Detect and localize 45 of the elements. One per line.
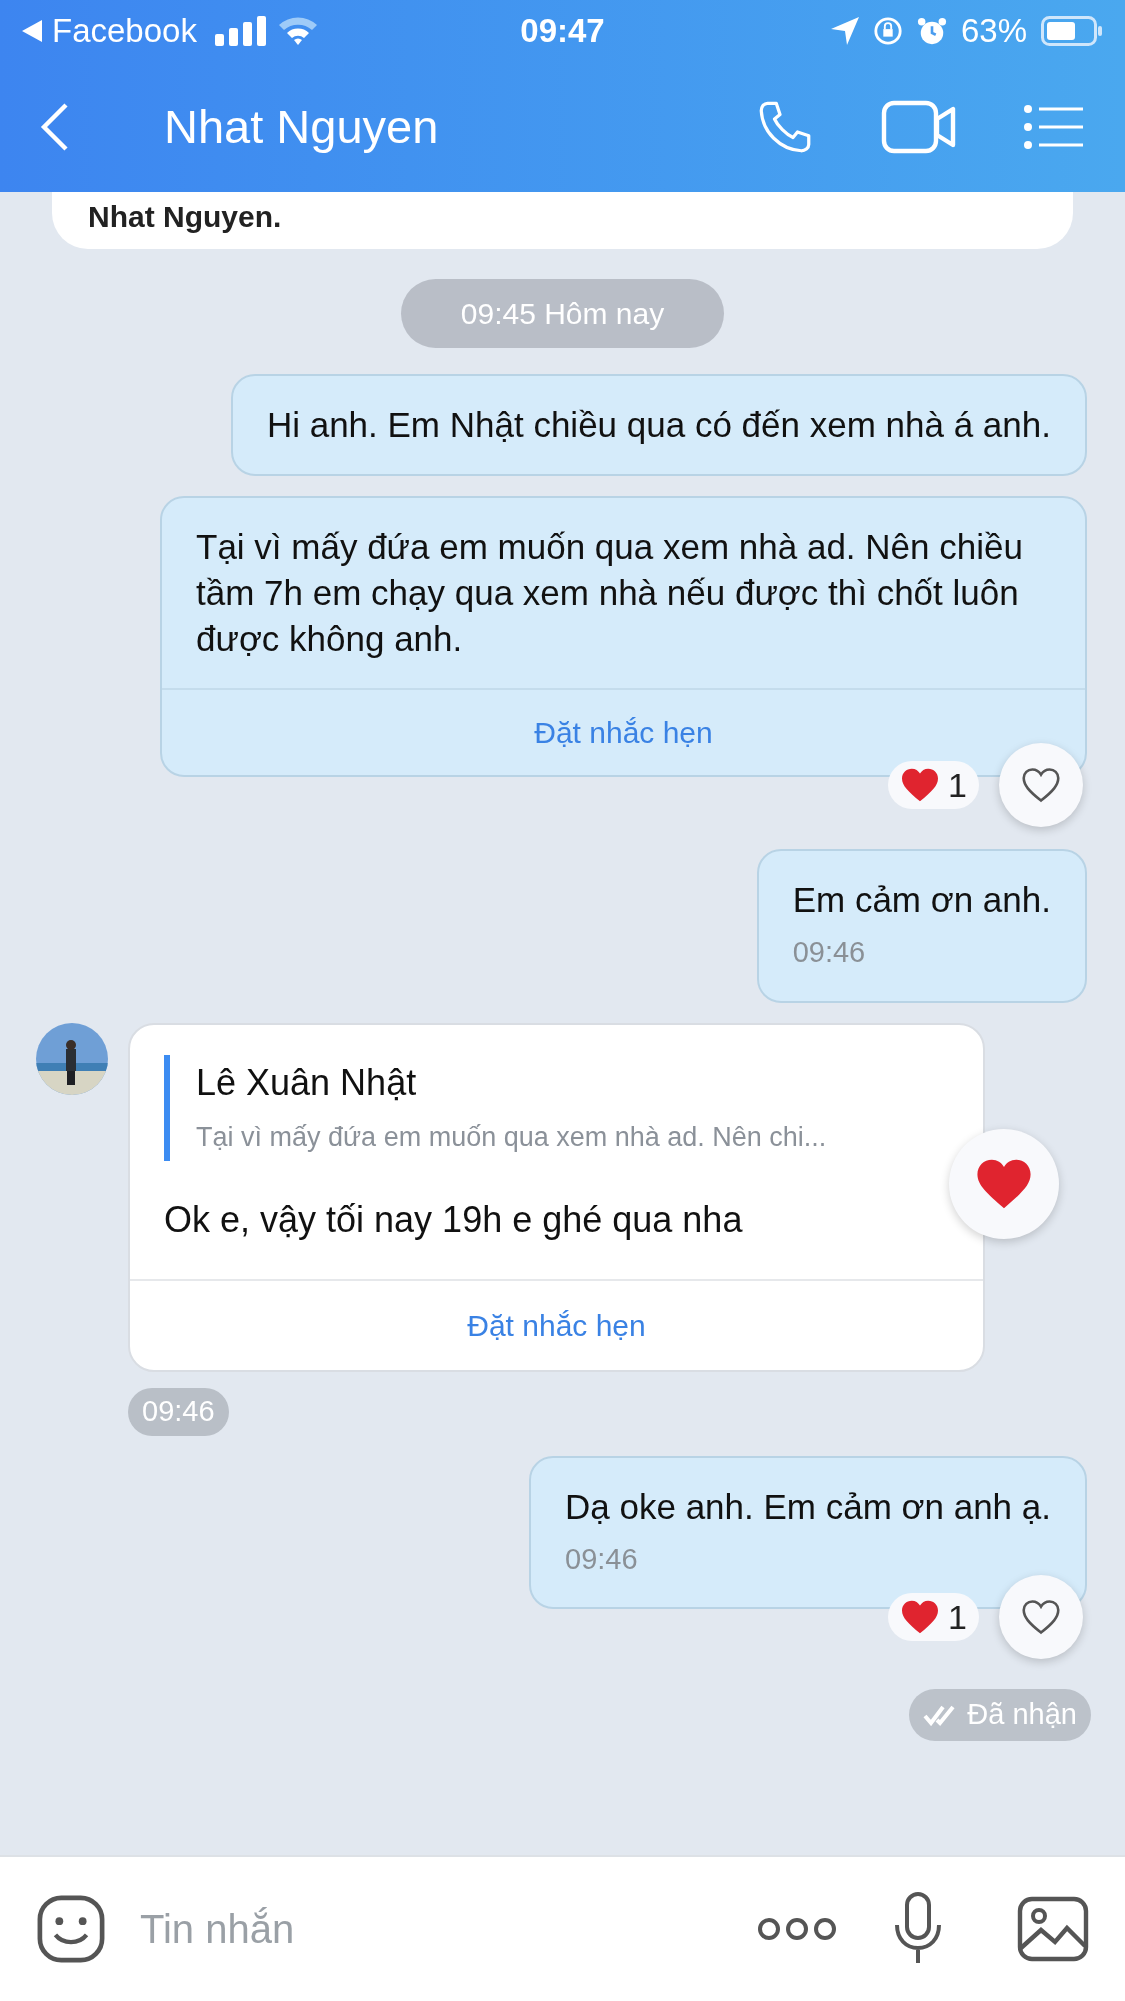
message-text: Tại vì mấy đứa em muốn qua xem nhà ad. Nên chiều tầm 7h em chạy qua xem nhà nếu được thì chốt luôn được không anh.	[196, 526, 1024, 660]
back-app-label[interactable]: Facebook	[52, 6, 197, 56]
sticker-button[interactable]	[36, 1894, 106, 1964]
reaction-count: 1	[948, 1596, 967, 1638]
message-input[interactable]: Tin nhắn	[140, 1899, 757, 1959]
gallery-button[interactable]	[1017, 1896, 1089, 1962]
alarm-icon	[916, 16, 947, 46]
reaction-pill[interactable]: 1	[888, 1593, 979, 1641]
card-text: Nhat Nguyen.	[88, 199, 283, 235]
menu-icon	[1023, 103, 1085, 151]
like-button[interactable]	[999, 1575, 1083, 1659]
battery-percent: 63%	[960, 11, 1027, 52]
reaction-count: 1	[948, 764, 967, 806]
delivery-status: Đã nhận	[909, 1689, 1091, 1741]
video-camera-icon	[881, 99, 957, 155]
message-time: 09:46	[792, 935, 867, 970]
message-time: 09:46	[565, 1541, 639, 1577]
heart-icon	[900, 1599, 941, 1635]
heart-outline-icon	[1020, 1598, 1062, 1636]
smiley-icon	[36, 1894, 106, 1964]
reaction-pill[interactable]: 1	[888, 761, 979, 809]
quoted-sender: Lê Xuân Nhật	[196, 1060, 418, 1105]
back-triangle-icon	[22, 20, 42, 42]
menu-button[interactable]	[1023, 102, 1085, 152]
message-text: Hi anh. Em Nhật chiều qua có đến xem nhà á anh.	[266, 404, 1051, 446]
more-dots-icon	[757, 1917, 837, 1941]
message-text: Ok e, vậy tối nay 19h e ghé qua nha	[164, 1198, 744, 1242]
quoted-text: Tại vì mấy đứa em muốn qua xem nhà ad. Nên chi...	[196, 1120, 828, 1154]
like-button[interactable]	[949, 1128, 1059, 1239]
reminder-link[interactable]: Đặt nhắc hẹn	[467, 1303, 646, 1348]
message-time: 09:46	[128, 1388, 229, 1436]
status-time: 09:47	[520, 11, 605, 52]
signal-icon	[214, 16, 267, 46]
heart-icon	[900, 767, 941, 803]
like-button[interactable]	[999, 743, 1083, 827]
reminder-link[interactable]: Đặt nhắc hẹn	[534, 710, 713, 755]
back-icon	[40, 101, 70, 153]
rotation-lock-icon	[872, 16, 903, 46]
battery-icon	[1041, 16, 1103, 46]
heart-outline-icon	[1020, 766, 1062, 804]
location-arrow-icon	[830, 17, 859, 45]
chat-title: Nhat Nguyen	[164, 98, 440, 155]
image-icon	[1017, 1896, 1089, 1962]
message-text: Em cảm ơn anh.	[792, 879, 1051, 921]
message-text: Dạ oke anh. Em cảm ơn anh ạ.	[565, 1485, 1051, 1528]
